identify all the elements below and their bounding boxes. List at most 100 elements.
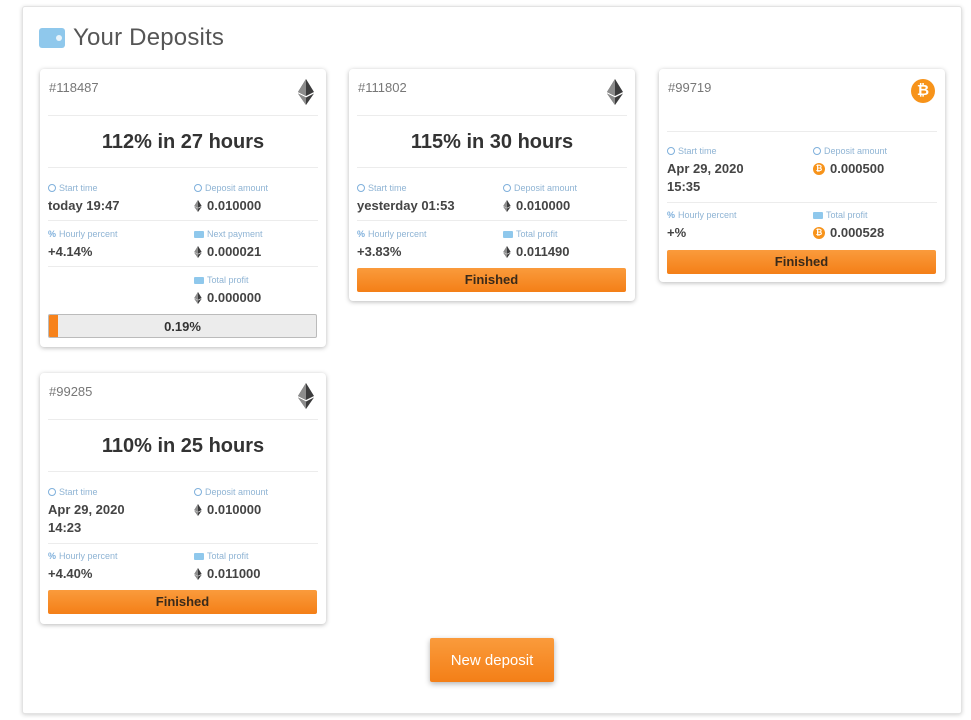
progress-text: 0.19% bbox=[164, 319, 201, 334]
ethereum-icon bbox=[194, 246, 202, 258]
hourly-percent-value: +4.14% bbox=[48, 244, 93, 259]
clock-icon bbox=[503, 184, 511, 192]
field-label: Deposit amount bbox=[514, 183, 578, 193]
field-label: Start time bbox=[59, 487, 98, 497]
deposit-card: #99719 ₿ Start time Apr 29, 2020 15:35 D… bbox=[659, 69, 945, 282]
percent-icon: % bbox=[48, 550, 57, 561]
ethereum-icon bbox=[503, 200, 511, 212]
ethereum-icon bbox=[298, 383, 314, 409]
ethereum-icon bbox=[503, 246, 511, 258]
field-label: Next payment bbox=[207, 229, 263, 239]
deposit-rate: 110% in 25 hours bbox=[101, 435, 265, 457]
clock-icon bbox=[48, 488, 56, 496]
percent-icon: % bbox=[48, 228, 57, 239]
divider bbox=[48, 419, 318, 420]
bitcoin-icon: ₿ bbox=[911, 79, 935, 103]
field-label: Hourly percent bbox=[59, 551, 118, 561]
wallet-icon bbox=[813, 211, 823, 219]
clock-icon bbox=[357, 184, 365, 192]
divider bbox=[48, 115, 318, 116]
page-title: Your Deposits bbox=[73, 24, 225, 51]
wallet-icon bbox=[503, 230, 513, 238]
next-payment-field: Next payment 0.000021 bbox=[194, 229, 263, 261]
total-profit-value: 0.000000 bbox=[207, 290, 262, 305]
deposit-card: #99285 110% in 25 hours Start time Apr 2… bbox=[40, 373, 326, 624]
deposit-id: #99285 bbox=[49, 384, 93, 399]
deposit-id: #111802 bbox=[358, 80, 407, 95]
start-time-date: Apr 29, 2020 bbox=[48, 502, 125, 517]
bitcoin-icon: ₿ bbox=[813, 163, 825, 175]
deposit-amount-field: Deposit amount 0.010000 bbox=[503, 183, 577, 215]
divider bbox=[357, 220, 627, 221]
divider bbox=[357, 115, 627, 116]
divider bbox=[48, 220, 318, 221]
ethereum-icon bbox=[194, 504, 202, 516]
field-label: Deposit amount bbox=[205, 487, 269, 497]
field-label: Hourly percent bbox=[59, 229, 118, 239]
wallet-icon bbox=[194, 552, 204, 560]
divider bbox=[48, 167, 318, 168]
wallet-icon bbox=[39, 28, 65, 48]
divider bbox=[48, 266, 318, 267]
ethereum-icon bbox=[298, 79, 314, 105]
total-profit-value: 0.000528 bbox=[830, 225, 885, 240]
hourly-percent-field: % Hourly percent +3.83% bbox=[357, 229, 427, 261]
deposit-amount-field: Deposit amount 0.010000 bbox=[194, 183, 268, 215]
divider bbox=[48, 471, 318, 472]
start-time-clock: 14:23 bbox=[48, 520, 82, 535]
field-label: Start time bbox=[368, 183, 407, 193]
start-time-field: Start time Apr 29, 2020 14:23 bbox=[48, 487, 125, 537]
deposit-amount-field: Deposit amount ₿ 0.000500 bbox=[813, 146, 887, 178]
deposit-card: #111802 115% in 30 hours Start time yest… bbox=[349, 69, 635, 301]
ethereum-icon bbox=[194, 568, 202, 580]
total-profit-value: 0.011490 bbox=[516, 244, 570, 259]
start-time-value: today 19:47 bbox=[48, 198, 120, 213]
start-time-field: Start time yesterday 01:53 bbox=[357, 183, 455, 215]
field-label: Hourly percent bbox=[368, 229, 427, 239]
bitcoin-icon: ₿ bbox=[813, 227, 825, 239]
field-label: Deposit amount bbox=[205, 183, 269, 193]
deposit-id: #99719 bbox=[668, 80, 712, 95]
total-profit-field: Total profit ₿ 0.000528 bbox=[813, 210, 884, 242]
wallet-icon bbox=[194, 276, 204, 284]
clock-icon bbox=[194, 488, 202, 496]
ethereum-icon bbox=[194, 200, 202, 212]
deposit-amount-value: 0.010000 bbox=[207, 502, 262, 517]
total-profit-field: Total profit 0.011000 bbox=[194, 551, 261, 583]
deposit-rate: 112% in 27 hours bbox=[101, 131, 265, 153]
ethereum-icon bbox=[607, 79, 623, 105]
clock-icon bbox=[813, 147, 821, 155]
total-profit-value: 0.011000 bbox=[207, 566, 261, 581]
hourly-percent-value: +% bbox=[667, 225, 687, 240]
percent-icon: % bbox=[357, 228, 366, 239]
finished-status-bar: Finished bbox=[357, 268, 626, 292]
total-profit-field: Total profit 0.000000 bbox=[194, 275, 261, 307]
divider bbox=[667, 131, 937, 132]
new-deposit-button[interactable]: New deposit bbox=[430, 638, 554, 682]
finished-status-bar: Finished bbox=[48, 590, 317, 614]
clock-icon bbox=[667, 147, 675, 155]
divider bbox=[667, 202, 937, 203]
deposit-amount-value: 0.010000 bbox=[516, 198, 571, 213]
field-label: Total profit bbox=[207, 275, 249, 285]
field-label: Start time bbox=[678, 146, 717, 156]
start-time-field: Start time Apr 29, 2020 15:35 bbox=[667, 146, 744, 196]
hourly-percent-value: +3.83% bbox=[357, 244, 402, 259]
start-time-field: Start time today 19:47 bbox=[48, 183, 120, 215]
deposit-card: #118487 112% in 27 hours Start time toda… bbox=[40, 69, 326, 347]
hourly-percent-field: % Hourly percent +4.14% bbox=[48, 229, 118, 261]
field-label: Total profit bbox=[207, 551, 249, 561]
payment-icon bbox=[194, 230, 204, 238]
clock-icon bbox=[48, 184, 56, 192]
ethereum-icon bbox=[194, 292, 202, 304]
field-label: Hourly percent bbox=[678, 210, 737, 220]
field-label: Start time bbox=[59, 183, 98, 193]
deposit-amount-value: 0.000500 bbox=[830, 161, 885, 176]
percent-icon: % bbox=[667, 209, 676, 220]
deposit-rate: 115% in 30 hours bbox=[410, 131, 574, 153]
field-label: Deposit amount bbox=[824, 146, 888, 156]
start-time-date: Apr 29, 2020 bbox=[667, 161, 744, 176]
deposit-id: #118487 bbox=[49, 80, 99, 95]
deposit-amount-field: Deposit amount 0.010000 bbox=[194, 487, 268, 519]
hourly-percent-value: +4.40% bbox=[48, 566, 93, 581]
